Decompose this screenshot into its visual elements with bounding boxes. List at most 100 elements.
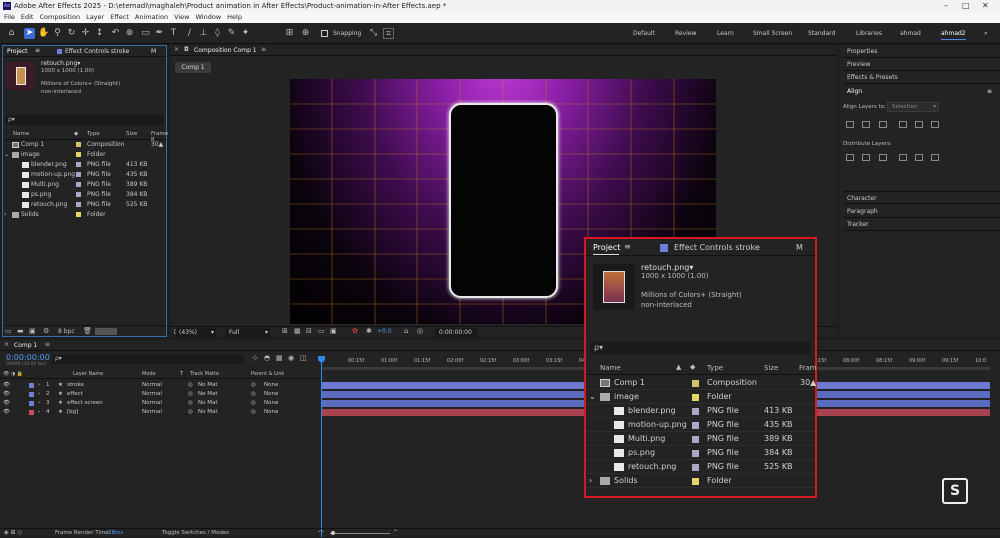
menu-view[interactable]: View (174, 13, 189, 21)
label-color-swatch[interactable] (76, 172, 81, 177)
menu-layer[interactable]: Layer (86, 13, 104, 21)
project-item-row[interactable]: Comp 1 Composition 30▲ (586, 376, 816, 390)
effects-presets-panel-header[interactable]: Effects & Presets (843, 71, 1000, 84)
workspace-learn[interactable]: Learn (717, 30, 734, 37)
preview-name[interactable]: retouch.png▾ (41, 60, 80, 67)
project-search-input[interactable]: ρ▾ (5, 115, 164, 125)
timeline-current-time[interactable]: 0:00:00:00 (6, 353, 50, 362)
rotate-tool-icon[interactable]: ↶ (110, 28, 121, 39)
comp-flowchart-tab[interactable]: Comp 1 (175, 62, 211, 73)
zoomed-column-type[interactable]: Type (707, 364, 723, 372)
timeline-zoom-handle[interactable] (331, 531, 335, 535)
motion-blur-icon[interactable]: ◉ (288, 354, 294, 362)
playhead[interactable] (321, 356, 322, 537)
panel-menu-icon[interactable]: ≡ (35, 47, 40, 54)
lock-icon[interactable]: ◘ (184, 46, 189, 53)
distribute-left-icon[interactable] (899, 154, 907, 161)
zoomed-label-column-icon[interactable]: ◆ (690, 363, 695, 371)
workspace-ahmad[interactable]: ahmad (900, 30, 921, 37)
label-color-swatch[interactable] (692, 408, 699, 415)
label-color-swatch[interactable] (76, 202, 81, 207)
project-item-row[interactable]: retouch.png PNG file 525 KB (3, 200, 166, 210)
label-color-swatch[interactable] (692, 380, 699, 387)
header-parent[interactable]: Parent & Link (251, 371, 284, 377)
world-axis-icon[interactable]: ⊕ (300, 28, 311, 39)
tab-timeline-comp[interactable]: Comp 1 (14, 342, 37, 349)
zoom-tool-icon[interactable]: ⚲ (52, 28, 63, 39)
resolution-dropdown[interactable]: Full ▾ (226, 328, 270, 337)
project-item-row[interactable]: motion-up.png PNG file 435 KB (3, 170, 166, 180)
align-panel-header[interactable]: Align ≡ (843, 85, 1000, 98)
project-item-row[interactable]: blender.png PNG file 413 KB (3, 160, 166, 170)
project-settings-icon[interactable]: ⚙ (43, 327, 49, 335)
header-mode[interactable]: Mode (142, 371, 156, 377)
mask-visibility-icon[interactable]: ▭ (318, 327, 325, 335)
label-color-swatch[interactable] (692, 394, 699, 401)
workspace-review[interactable]: Review (675, 30, 696, 37)
zoomed-tab-project[interactable]: Project (593, 243, 620, 252)
project-item-row[interactable]: ⌄ image Folder (586, 390, 815, 404)
interpret-footage-icon[interactable]: ▭ (5, 327, 12, 335)
properties-panel-header[interactable]: Properties (843, 45, 1000, 58)
project-item-row[interactable]: ps.png PNG file 384 KB (3, 190, 166, 200)
align-vertical-center-icon[interactable] (915, 121, 923, 128)
label-column-icon[interactable]: ◆ (74, 131, 78, 137)
tab-composition[interactable]: Composition Comp 1 (194, 47, 257, 54)
label-color-swatch[interactable] (692, 422, 699, 429)
phone-shape-layer[interactable] (449, 103, 558, 298)
preview-panel-header[interactable]: Preview (843, 58, 1000, 71)
menu-help[interactable]: Help (227, 13, 242, 21)
zoomed-tab-effect-controls[interactable]: Effect Controls stroke (674, 243, 760, 252)
zoomed-column-frame[interactable]: Fram (799, 364, 817, 372)
exposure-reset-icon[interactable]: ✱ (366, 327, 372, 335)
timeline-zoom-slider[interactable] (330, 533, 390, 534)
eraser-tool-icon[interactable]: ◊ (212, 28, 223, 39)
zoomed-preview-name[interactable]: retouch.png▾ (641, 263, 693, 272)
exposure-value[interactable]: +0.0 (377, 328, 392, 335)
new-folder-icon[interactable]: ▬ (17, 327, 24, 335)
close-timeline-tab-icon[interactable]: × (4, 341, 9, 348)
menu-file[interactable]: File (4, 13, 15, 21)
project-item-row[interactable]: ⌄ image Folder (3, 150, 166, 160)
local-axis-icon[interactable]: ⊞ (284, 28, 295, 39)
render-toggle-icon[interactable]: ◈ ⊞ ◇ (4, 529, 22, 536)
distribute-right-icon[interactable] (931, 154, 939, 161)
align-right-icon[interactable] (879, 121, 887, 128)
zoomed-column-size[interactable]: Size (764, 364, 778, 372)
zoomed-tab-overflow[interactable]: M (796, 243, 803, 252)
distribute-top-icon[interactable] (846, 154, 854, 161)
anchor-tool-icon[interactable]: ⊗ (124, 28, 135, 39)
zoomed-panel-menu-icon[interactable]: ≡ (624, 242, 631, 251)
align-menu-icon[interactable]: ≡ (987, 85, 992, 98)
project-item-row[interactable]: ps.png PNG file 384 KB (586, 446, 815, 460)
snapshot-icon[interactable]: ⌂ (404, 327, 408, 335)
project-item-row[interactable]: Multi.png PNG file 389 KB (3, 180, 166, 190)
zoom-in-icon[interactable]: ⌃ (393, 529, 398, 536)
align-left-icon[interactable] (846, 121, 854, 128)
type-tool-icon[interactable]: T (168, 28, 179, 39)
menu-window[interactable]: Window (196, 13, 222, 21)
label-color-swatch[interactable] (76, 182, 81, 187)
align-horizontal-center-icon[interactable] (862, 121, 870, 128)
timeline-search-input[interactable]: ρ▾ (52, 355, 244, 364)
toggle-switches-modes[interactable]: Toggle Switches / Modes (162, 530, 229, 536)
workspace-standard[interactable]: Standard (808, 30, 835, 37)
pan-tool-icon[interactable]: ✛ (80, 28, 91, 39)
rectangle-tool-icon[interactable]: ▭ (140, 28, 151, 39)
dolly-tool-icon[interactable]: ↕ (94, 28, 105, 39)
graph-editor-icon[interactable]: ◫ (300, 354, 307, 362)
project-item-row[interactable]: › Solids Folder (3, 210, 166, 220)
project-item-row[interactable]: retouch.png PNG file 525 KB (586, 460, 815, 474)
align-bottom-icon[interactable] (931, 121, 939, 128)
close-tab-icon[interactable]: × (174, 46, 179, 53)
close-icon[interactable]: ✕ (982, 0, 989, 12)
tab-effect-controls[interactable]: Effect Controls stroke (65, 48, 129, 55)
show-snapshot-icon[interactable]: ◎ (417, 327, 423, 335)
zoomed-column-name[interactable]: Name (600, 364, 621, 372)
header-layer-name[interactable]: Layer Name (73, 371, 103, 377)
align-to-dropdown[interactable]: Selection ▾ (887, 102, 939, 112)
workspace-libraries[interactable]: Libraries (856, 30, 882, 37)
distribute-hcenter-icon[interactable] (915, 154, 923, 161)
color-channels-icon[interactable]: ✿ (352, 327, 358, 335)
paragraph-panel-header[interactable]: Paragraph (843, 205, 1000, 218)
